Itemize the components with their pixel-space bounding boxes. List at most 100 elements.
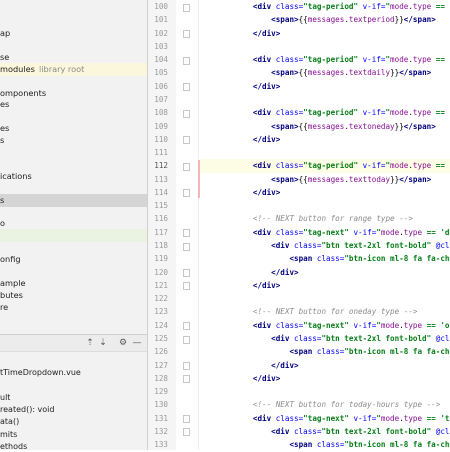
tree-item-hint: library root: [38, 63, 85, 74]
code-line[interactable]: [198, 385, 450, 398]
gear-icon[interactable]: ⚙: [117, 335, 129, 351]
fold-marker-icon[interactable]: [183, 282, 190, 291]
structure-item[interactable]: reated(): void: [0, 404, 147, 416]
fold-marker-icon[interactable]: [183, 428, 190, 437]
code-line[interactable]: <div class="tag-next" v-if="mode.type ==…: [198, 412, 450, 425]
code-line[interactable]: </div>: [198, 80, 450, 93]
tree-item-label: s: [0, 194, 5, 205]
code-token: {{: [298, 15, 308, 25]
align-top-icon[interactable]: ⇡: [84, 335, 96, 351]
line-number: 101: [154, 15, 168, 25]
fold-marker-icon[interactable]: [183, 322, 190, 331]
tree-item-label: es: [0, 99, 10, 110]
line-number: 104: [154, 55, 168, 65]
fold-marker-icon[interactable]: [183, 189, 190, 198]
code-line[interactable]: </div>: [198, 372, 450, 385]
line-number: 105: [154, 68, 168, 78]
fold-marker-icon[interactable]: [183, 269, 190, 278]
line-number: 125: [154, 334, 168, 343]
fold-marker-icon[interactable]: [183, 56, 190, 65]
code-line[interactable]: <div class="tag-period" v-if="mode.type …: [198, 159, 450, 173]
code-token: type: [412, 161, 432, 171]
code-line[interactable]: </div>: [198, 279, 450, 292]
code-line[interactable]: </div>: [198, 359, 450, 372]
line-number: 112: [154, 161, 168, 171]
line-number: 102: [154, 28, 168, 38]
code-line[interactable]: </div>: [198, 27, 450, 40]
code-line[interactable]: [198, 40, 450, 53]
structure-item[interactable]: ethods: [0, 441, 147, 450]
code-line[interactable]: </div>: [198, 133, 450, 146]
fold-marker-icon[interactable]: [183, 335, 190, 344]
code-line[interactable]: <span>{{messages.texttoday}}</span>: [198, 173, 450, 186]
fold-marker-icon[interactable]: [183, 375, 190, 384]
code-token: @click.p: [435, 241, 450, 251]
code-line[interactable]: </div>: [198, 186, 450, 199]
code-line[interactable]: <div class="btn text-2xl font-bold" @cli…: [198, 425, 450, 438]
code-token: "btn text-2xl font-bold": [321, 334, 436, 343]
fold-marker-icon[interactable]: [183, 229, 190, 238]
code-token: <!-- NEXT button for oneday type -->: [252, 307, 418, 317]
code-token: class=: [275, 227, 304, 237]
code-line[interactable]: [198, 292, 450, 305]
code-token: </div>: [271, 360, 299, 370]
fold-marker-icon[interactable]: [183, 136, 190, 145]
code-token: class=: [294, 426, 322, 436]
code-line[interactable]: <span>{{messages.textoneday}}</span>: [198, 120, 450, 133]
code-token: <div: [252, 108, 276, 118]
code-line[interactable]: <div class="tag-next" v-if="mode.type ==…: [198, 226, 450, 239]
code-token: <div: [271, 426, 295, 436]
code-line[interactable]: <span>{{messages.textperiod}}</span>: [198, 13, 450, 26]
code-line[interactable]: <div class="btn text-2xl font-bold" @cli…: [198, 239, 450, 252]
code-line[interactable]: <!-- NEXT button for today-hours type --…: [198, 398, 450, 411]
line-number: 111: [154, 148, 168, 158]
code-token: v-if=: [362, 2, 386, 11]
code-line[interactable]: <span class="btn-icon ml-8 fa fa-chevron: [198, 252, 450, 265]
fold-marker-icon[interactable]: [183, 83, 190, 92]
fold-marker-icon[interactable]: [183, 109, 190, 118]
code-line[interactable]: [198, 199, 450, 212]
code-line[interactable]: <div class="btn text-2xl font-bold" @cli…: [198, 332, 450, 345]
line-number: 131: [154, 413, 168, 423]
fold-marker-icon[interactable]: [183, 415, 190, 424]
structure-item[interactable]: ata(): [0, 416, 147, 428]
code-token: mode: [380, 227, 400, 237]
code-line[interactable]: <!-- NEXT button for range type -->: [198, 212, 450, 225]
code-line[interactable]: <div class="tag-period" v-if="mode.type …: [198, 106, 450, 119]
fold-marker-icon[interactable]: [183, 30, 190, 39]
code-line[interactable]: <span class="btn-icon ml-8 fa fa-chevron: [198, 345, 450, 358]
code-token: </div>: [252, 134, 281, 144]
fold-marker-icon[interactable]: [183, 162, 190, 171]
tree-item-label: se: [0, 51, 10, 62]
code-token: type: [403, 413, 423, 423]
fold-marker-icon[interactable]: [183, 3, 190, 12]
structure-item[interactable]: tTimeDropdown.vue: [0, 367, 147, 379]
tree-item-label: onfig: [0, 254, 21, 265]
structure-item[interactable]: [0, 379, 147, 391]
code-line[interactable]: [198, 93, 450, 106]
structure-item[interactable]: ult: [0, 392, 147, 404]
structure-item[interactable]: mits: [0, 429, 147, 441]
code-token: class=: [316, 440, 345, 450]
code-line[interactable]: [198, 146, 450, 159]
align-bottom-icon[interactable]: ⇣: [97, 335, 109, 351]
code-line[interactable]: <div class="tag-next" v-if="mode.type ==…: [198, 319, 450, 332]
code-token: }}: [394, 15, 404, 25]
code-line[interactable]: </div>: [198, 266, 450, 279]
code-line[interactable]: <!-- NEXT button for oneday type -->: [198, 305, 450, 318]
code-line[interactable]: <div class="tag-period" v-if="mode.type …: [198, 0, 450, 13]
fold-marker-icon[interactable]: [183, 362, 190, 371]
code-line[interactable]: <span>{{messages.textdaily}}</span>: [198, 66, 450, 79]
minimize-icon[interactable]: —: [131, 335, 143, 351]
code-line[interactable]: <div class="tag-period" v-if="mode.type …: [198, 53, 450, 66]
fold-marker-icon[interactable]: [183, 242, 190, 251]
